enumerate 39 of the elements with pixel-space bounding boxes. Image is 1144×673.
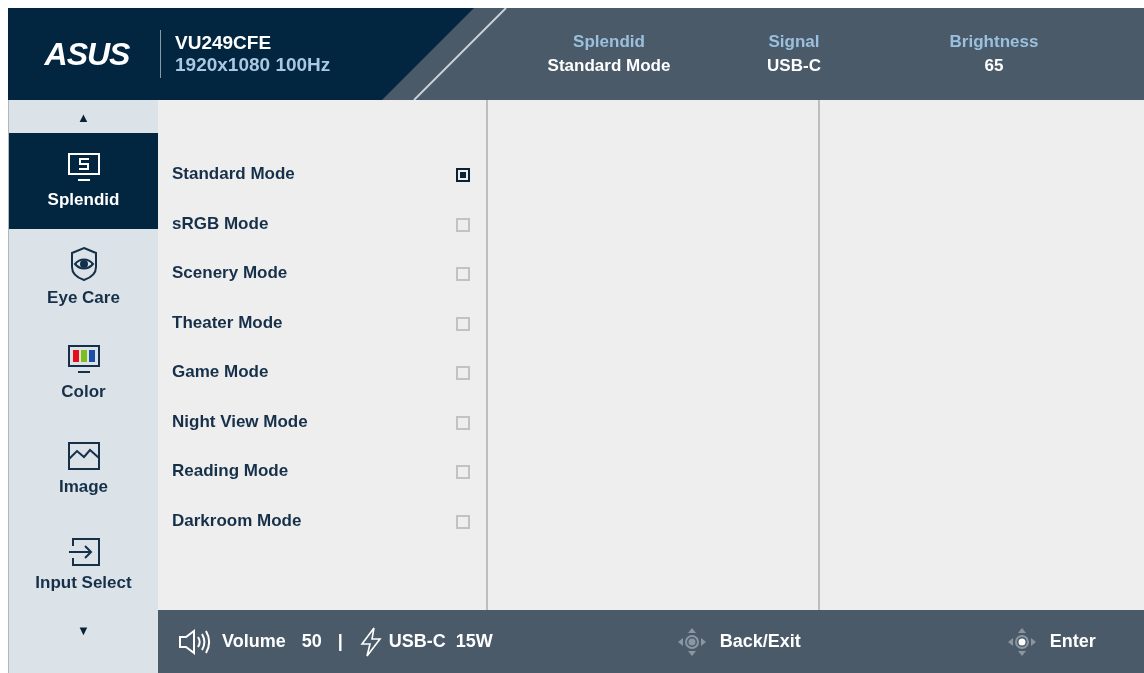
power-value: 15W: [455, 631, 493, 652]
status-value: 65: [984, 55, 1004, 77]
lightning-icon: [358, 626, 383, 657]
volume-value: 50: [301, 631, 322, 652]
option-label[interactable]: Theater Mode: [172, 312, 283, 333]
option-label[interactable]: Standard Mode: [172, 164, 295, 184]
status-value: USB-C: [767, 55, 821, 77]
shield-eye-icon: [68, 246, 99, 282]
brand-logo: ASUS: [43, 35, 131, 73]
option-label[interactable]: Darkroom Mode: [172, 510, 302, 531]
sidebar-item[interactable]: Eye Care: [9, 229, 158, 325]
model-name: VU249CFE: [175, 32, 273, 54]
scroll-up-arrow[interactable]: ▲: [77, 100, 90, 133]
speaker-icon: [178, 627, 212, 656]
volume-label: Volume: [222, 631, 286, 652]
status-label: Splendid: [573, 31, 645, 53]
option-label[interactable]: Reading Mode: [172, 461, 289, 481]
sidebar-item[interactable]: Color: [9, 325, 158, 421]
picture-icon: [66, 441, 101, 471]
checkbox[interactable]: [456, 168, 470, 182]
separator-text: |: [337, 631, 343, 652]
key-hint: Back/Exit: [719, 631, 801, 652]
status-value: Standard Mode: [547, 55, 671, 77]
status-label: Brightness: [949, 31, 1039, 53]
monitor-icon: [66, 152, 101, 184]
status-label: Signal: [768, 31, 820, 53]
sidebar-item[interactable]: Image: [9, 421, 158, 517]
option-label[interactable]: Game Mode: [172, 362, 269, 382]
option-label[interactable]: Scenery Mode: [172, 263, 288, 283]
power-label: USB-C: [388, 631, 446, 652]
resolution-text: 1920x1080 100Hz: [175, 54, 331, 76]
option-label[interactable]: sRGB Mode: [172, 213, 269, 234]
option-label[interactable]: Night View Mode: [172, 411, 308, 432]
scroll-down-arrow[interactable]: ▼: [77, 613, 90, 646]
key-hint: Enter: [1049, 631, 1096, 652]
sidebar-item[interactable]: Input Select: [9, 517, 158, 613]
color-bars-icon: [66, 344, 101, 376]
input-arrow-icon: [66, 537, 101, 567]
sidebar-item[interactable]: Splendid: [9, 133, 158, 229]
